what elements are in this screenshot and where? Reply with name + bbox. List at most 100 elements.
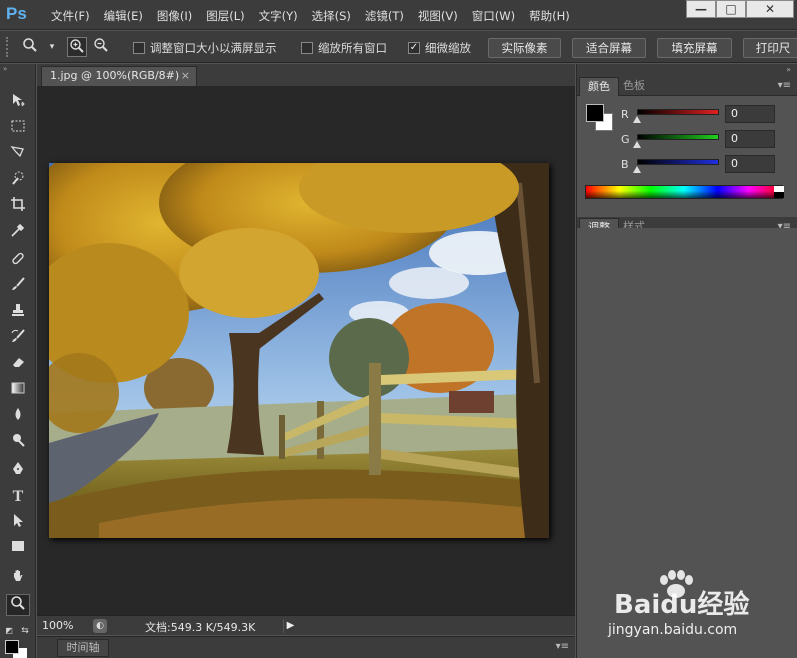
zoom-all-windows-label: 缩放所有窗口 (318, 41, 387, 55)
menu-window[interactable]: 窗口(W) (465, 8, 522, 24)
toolbar-collapse-icon[interactable]: » (0, 64, 35, 74)
healing-brush-tool-icon[interactable] (6, 250, 30, 272)
blue-channel-label: B (621, 158, 629, 171)
tab-swatches[interactable]: 色板 (615, 77, 653, 96)
zoom-all-windows-box[interactable] (301, 42, 313, 54)
panel-collapse-icon[interactable]: » (577, 64, 797, 76)
red-channel-value[interactable]: 0 (725, 105, 775, 123)
tools-panel: » T ◩ ⇆ (0, 64, 36, 658)
brush-tool-icon[interactable] (6, 276, 30, 298)
green-channel-thumb[interactable] (633, 141, 641, 148)
rectangle-tool-icon[interactable] (6, 538, 30, 560)
crop-tool-icon[interactable] (6, 196, 30, 218)
zoom-in-icon[interactable] (67, 37, 87, 57)
zoom-all-windows-checkbox[interactable]: 缩放所有窗口 (301, 40, 387, 56)
color-panel-menu-icon[interactable]: ▾≡ (778, 80, 791, 91)
swap-colors-icon[interactable]: ⇆ (18, 620, 32, 642)
maximize-button[interactable]: □ (716, 0, 746, 18)
black-white-swatch[interactable] (774, 186, 784, 198)
move-tool-icon[interactable] (6, 92, 30, 114)
document-tab[interactable]: 1.jpg @ 100%(RGB/8#) × (41, 66, 197, 86)
blur-tool-icon[interactable] (6, 406, 30, 428)
green-channel-label: G (621, 133, 630, 146)
red-channel-row: R 0 (621, 105, 791, 128)
hand-tool-icon[interactable] (6, 568, 30, 590)
green-channel-slider[interactable] (637, 134, 719, 140)
print-size-button[interactable]: 打印尺 (743, 38, 797, 58)
status-info-icon[interactable]: ◐ (93, 619, 107, 633)
menu-bar: Ps 文件(F) 编辑(E) 图像(I) 图层(L) 文字(Y) 选择(S) 滤… (0, 0, 797, 30)
green-channel-value[interactable]: 0 (725, 130, 775, 148)
eraser-tool-icon[interactable] (6, 354, 30, 376)
red-channel-slider[interactable] (637, 109, 719, 115)
timeline-tab[interactable]: 时间轴 (57, 639, 109, 657)
tab-color[interactable]: 颜色 (579, 77, 619, 96)
menu-help[interactable]: 帮助(H) (522, 8, 577, 24)
baidu-watermark: Baidu经验 jingyan.baidu.com (590, 570, 790, 650)
pen-tool-icon[interactable] (6, 460, 30, 482)
clone-stamp-tool-icon[interactable] (6, 302, 30, 324)
menu-edit[interactable]: 编辑(E) (97, 8, 150, 24)
toolbar-foreground-color[interactable] (5, 640, 19, 654)
canvas-area[interactable] (37, 86, 575, 615)
scrubby-zoom-box[interactable]: ✓ (408, 42, 420, 54)
dodge-tool-icon[interactable] (6, 432, 30, 454)
magnifier-icon[interactable] (20, 37, 40, 57)
menu-image[interactable]: 图像(I) (150, 8, 199, 24)
menu-layer[interactable]: 图层(L) (199, 8, 251, 24)
photoshop-logo: Ps (6, 4, 27, 23)
quick-selection-tool-icon[interactable] (6, 170, 30, 192)
blue-channel-row: B 0 (621, 155, 791, 178)
color-panel-tabs: 颜色 色板 ▾≡ (577, 76, 797, 96)
status-bar: 100% ◐ 文档:549.3 K/549.3K ▶ (37, 615, 575, 635)
status-menu-arrow-icon[interactable]: ▶ (283, 619, 297, 633)
menu-type[interactable]: 文字(Y) (252, 8, 305, 24)
zoom-tool-icon[interactable] (6, 594, 30, 616)
document-size-info: 文档:549.3 K/549.3K (145, 621, 256, 634)
menu-filter[interactable]: 滤镜(T) (358, 8, 411, 24)
marquee-tool-icon[interactable] (6, 118, 30, 140)
menu-view[interactable]: 视图(V) (411, 8, 465, 24)
fit-screen-button[interactable]: 适合屏幕 (572, 38, 646, 58)
red-channel-thumb[interactable] (633, 116, 641, 123)
document-tab-close-icon[interactable]: × (181, 67, 190, 85)
lasso-tool-icon[interactable] (6, 144, 30, 166)
zoom-out-icon[interactable] (91, 37, 111, 57)
autumn-tree-photo[interactable] (49, 163, 549, 538)
actual-pixels-button[interactable]: 实际像素 (488, 38, 561, 58)
timeline-menu-icon[interactable]: ▾≡ (556, 641, 569, 652)
blue-channel-value[interactable]: 0 (725, 155, 775, 173)
eyedropper-tool-icon[interactable] (6, 222, 30, 244)
tool-preset-dropdown-icon[interactable]: ▾ (42, 37, 62, 57)
blue-channel-thumb[interactable] (633, 166, 641, 173)
options-grip[interactable] (6, 37, 10, 57)
red-channel-label: R (621, 108, 629, 121)
watermark-url: jingyan.baidu.com (608, 622, 738, 638)
document-tab-bar: 1.jpg @ 100%(RGB/8#) × (37, 64, 575, 86)
foreground-color-swatch[interactable] (586, 104, 604, 122)
menu-select[interactable]: 选择(S) (305, 8, 358, 24)
color-panel: R 0 G 0 B 0 (577, 96, 797, 217)
green-channel-row: G 0 (621, 130, 791, 153)
resize-windows-checkbox[interactable]: 调整窗口大小以满屏显示 (133, 40, 277, 56)
menu-file[interactable]: 文件(F) (44, 8, 97, 24)
history-brush-tool-icon[interactable] (6, 328, 30, 350)
default-colors-icon[interactable]: ◩ (2, 620, 16, 642)
blue-channel-slider[interactable] (637, 159, 719, 165)
close-button[interactable]: ✕ (746, 0, 794, 18)
options-bar: ▾ 调整窗口大小以满屏显示 缩放所有窗口 ✓ 细微缩放 实际像素 适合屏幕 填充… (0, 31, 797, 63)
minimize-button[interactable]: — (686, 0, 716, 18)
color-spectrum-bar[interactable] (585, 185, 784, 199)
zoom-level[interactable]: 100% (42, 619, 73, 632)
path-selection-tool-icon[interactable] (6, 512, 30, 534)
resize-windows-label: 调整窗口大小以满屏显示 (150, 41, 277, 55)
resize-windows-box[interactable] (133, 42, 145, 54)
document-tab-title: 1.jpg @ 100%(RGB/8#) (50, 69, 180, 82)
type-tool-icon[interactable]: T (6, 486, 30, 508)
scrubby-zoom-checkbox[interactable]: ✓ 细微缩放 (408, 40, 471, 56)
main-menu: 文件(F) 编辑(E) 图像(I) 图层(L) 文字(Y) 选择(S) 滤镜(T… (44, 8, 577, 24)
timeline-panel: 时间轴 ▾≡ (37, 636, 575, 658)
gradient-tool-icon[interactable] (6, 380, 30, 402)
photo-drawing (49, 163, 549, 538)
fill-screen-button[interactable]: 填充屏幕 (657, 38, 732, 58)
